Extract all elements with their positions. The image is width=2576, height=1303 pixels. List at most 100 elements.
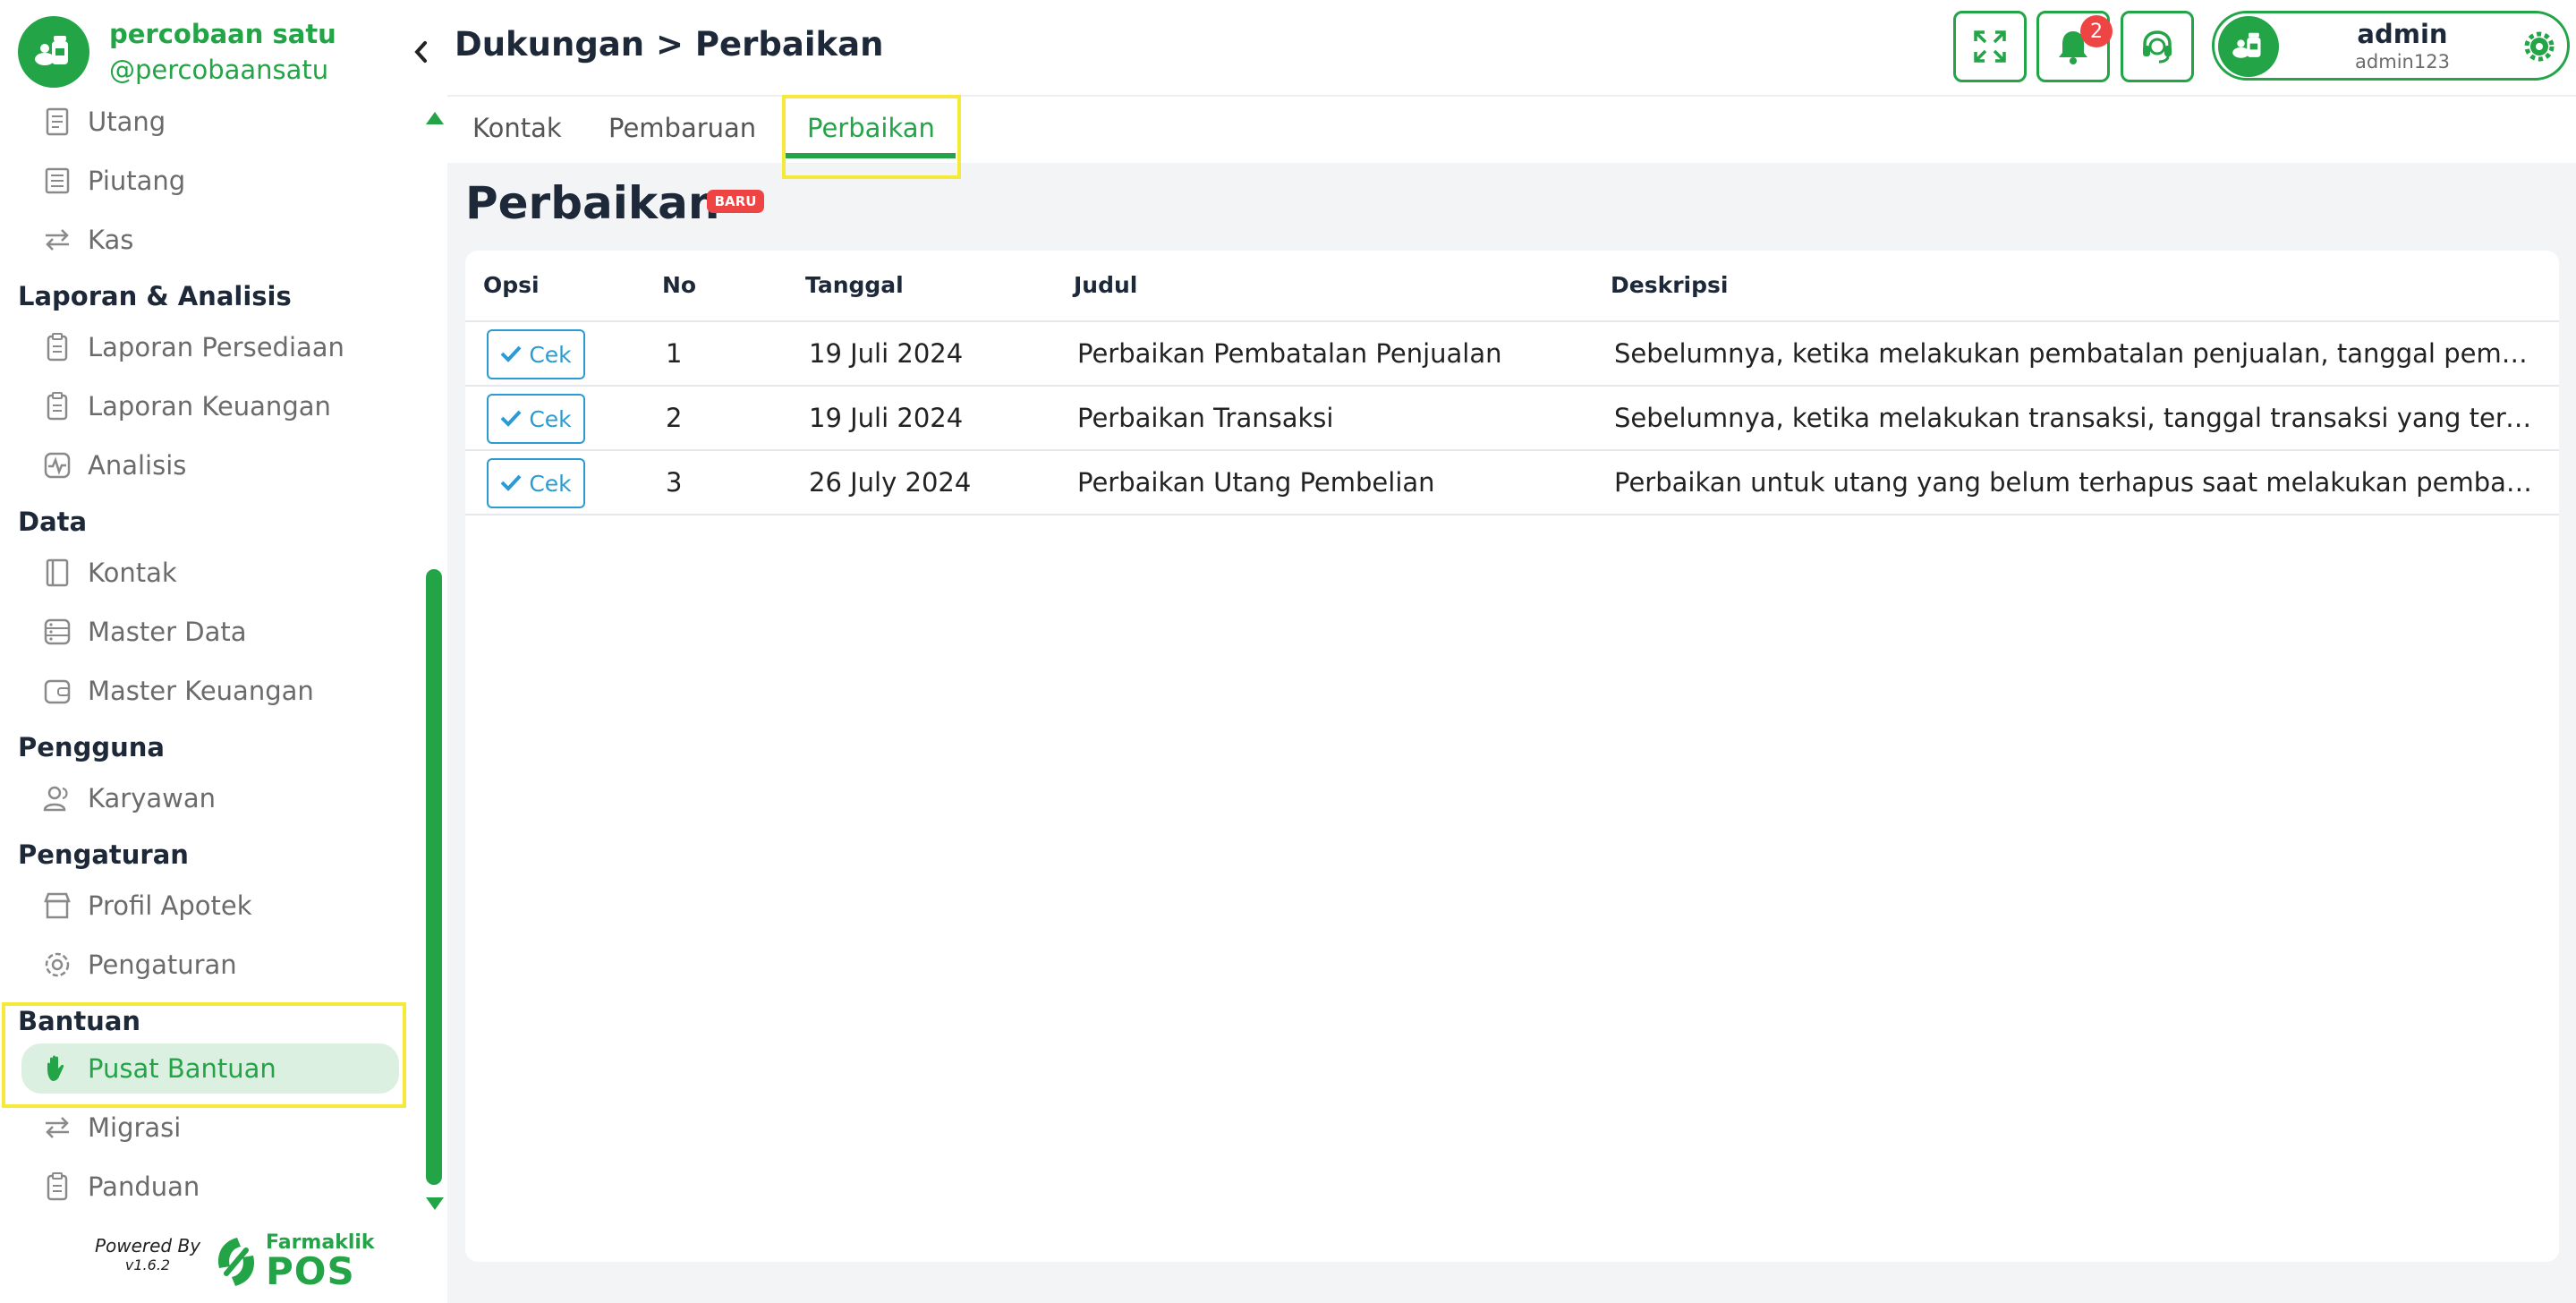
cek-button-label: Cek	[529, 405, 572, 432]
store-name: percobaan satu	[109, 19, 336, 49]
sidebar-item-label: Kontak	[88, 558, 177, 588]
sidebar-item-label: Master Keuangan	[88, 676, 314, 706]
pharmacy-logo-icon	[18, 16, 89, 88]
table-row: Cek 1 19 Juli 2024 Perbaikan Pembatalan …	[465, 322, 2559, 387]
cek-button[interactable]: Cek	[487, 329, 585, 379]
sidebar-item-pengaturan[interactable]: Pengaturan	[39, 940, 237, 990]
support-button[interactable]	[2121, 11, 2194, 82]
user-handle: admin123	[2355, 51, 2450, 72]
sidebar-item-migrasi[interactable]: Migrasi	[39, 1103, 181, 1153]
sidebar-item-laporan-persediaan[interactable]: Laporan Persediaan	[39, 322, 344, 372]
sidebar-item-panduan[interactable]: Panduan	[39, 1162, 200, 1212]
sidebar-item-kas[interactable]: Kas	[39, 215, 133, 265]
logo-text-bottom: POS	[266, 1249, 355, 1293]
powered-by: Powered By v1.6.2	[89, 1235, 206, 1273]
cell-deskripsi: Sebelumnya, ketika melakukan pembatalan …	[1614, 338, 2539, 369]
receipt-icon	[39, 163, 75, 199]
sidebar-item-karyawan[interactable]: Karyawan	[39, 773, 216, 823]
cell-judul: Perbaikan Pembatalan Penjualan	[1077, 338, 1502, 369]
fullscreen-button[interactable]	[1953, 11, 2027, 82]
sidebar-item-label: Utang	[88, 106, 166, 137]
top-header: Dukungan > Perbaikan 2 admin admin123	[447, 0, 2576, 97]
cell-tanggal: 26 July 2024	[809, 467, 972, 498]
sidebar-item-master-data[interactable]: Master Data	[39, 607, 247, 657]
version-label: v1.6.2	[124, 1256, 171, 1273]
table-row: Cek 2 19 Juli 2024 Perbaikan Transaksi S…	[465, 387, 2559, 451]
brand: percobaan satu @percobaansatu	[18, 16, 336, 88]
cell-deskripsi: Perbaikan untuk utang yang belum terhapu…	[1614, 467, 2539, 498]
sidebar-item-laporan-keuangan[interactable]: Laporan Keuangan	[39, 381, 331, 431]
chevron-left-icon	[414, 41, 427, 63]
transfer-icon	[39, 222, 75, 258]
sidebar-item-profil-apotek[interactable]: Profil Apotek	[39, 881, 252, 931]
contact-book-icon	[39, 555, 75, 591]
sidebar-item-label: Laporan Persediaan	[88, 332, 344, 362]
sidebar-item-label: Pengaturan	[88, 950, 237, 980]
repairs-table: Opsi No Tanggal Judul Deskripsi Cek 1 19…	[465, 251, 2559, 1262]
section-pengaturan: Pengaturan	[18, 839, 189, 870]
headset-icon	[2143, 30, 2172, 64]
new-badge: BARU	[707, 190, 764, 213]
sidebar-item-label: Profil Apotek	[88, 890, 252, 921]
clipboard-icon	[39, 1169, 75, 1205]
user-name: admin	[2357, 19, 2448, 49]
check-icon	[500, 406, 522, 432]
wallet-icon	[39, 673, 75, 709]
sidebar-item-master-keuangan[interactable]: Master Keuangan	[39, 666, 314, 716]
tab-bar: Kontak Pembaruan Perbaikan	[447, 97, 2576, 163]
gear-icon	[39, 947, 75, 983]
scroll-up-arrow-icon[interactable]	[426, 112, 444, 124]
column-no: No	[662, 272, 697, 298]
cek-button-label: Cek	[529, 341, 572, 368]
sidebar-item-kontak[interactable]: Kontak	[39, 548, 177, 598]
activity-icon	[39, 447, 75, 483]
clipboard-icon	[39, 388, 75, 424]
section-pengguna: Pengguna	[18, 732, 165, 762]
receipt-icon	[39, 104, 75, 140]
collapse-sidebar-button[interactable]	[407, 34, 434, 70]
sidebar-item-label: Kas	[88, 225, 134, 255]
sidebar-item-piutang[interactable]: Piutang	[39, 156, 185, 206]
avatar	[2218, 16, 2279, 77]
notification-button[interactable]: 2	[2036, 11, 2113, 82]
sidebar-item-analisis[interactable]: Analisis	[39, 440, 186, 490]
user-menu[interactable]: admin admin123	[2212, 11, 2570, 81]
breadcrumb: Dukungan > Perbaikan	[455, 25, 884, 64]
cell-judul: Perbaikan Utang Pembelian	[1077, 467, 1435, 498]
expand-icon	[1974, 30, 2006, 63]
cell-no: 2	[666, 403, 683, 433]
cell-judul: Perbaikan Transaksi	[1077, 403, 1334, 433]
sidebar: percobaan satu @percobaansatu Utang Piut…	[0, 0, 447, 1303]
cell-deskripsi: Sebelumnya, ketika melakukan transaksi, …	[1614, 403, 2539, 433]
sidebar-item-label: Analisis	[88, 450, 187, 481]
store-handle: @percobaansatu	[109, 55, 329, 85]
column-tanggal: Tanggal	[805, 272, 904, 298]
tab-pembaruan[interactable]: Pembaruan	[608, 113, 756, 143]
cek-button[interactable]: Cek	[487, 458, 585, 508]
column-judul: Judul	[1074, 272, 1138, 298]
sidebar-item-label: Karyawan	[88, 783, 217, 813]
cell-no: 3	[666, 467, 683, 498]
transfer-icon	[39, 1110, 75, 1145]
check-icon	[500, 342, 522, 368]
cell-no: 1	[666, 338, 683, 369]
scroll-down-arrow-icon[interactable]	[426, 1197, 444, 1210]
section-laporan-analisis: Laporan & Analisis	[18, 281, 292, 311]
users-icon	[39, 780, 75, 816]
notification-count-badge: 2	[2080, 15, 2113, 47]
gear-icon[interactable]	[2524, 31, 2555, 65]
cell-tanggal: 19 Juli 2024	[809, 338, 964, 369]
cek-button[interactable]: Cek	[487, 394, 585, 444]
highlight-perbaikan-tab	[782, 95, 961, 179]
column-deskripsi: Deskripsi	[1611, 272, 1729, 298]
database-icon	[39, 614, 75, 650]
page-title: Perbaikan	[465, 177, 720, 229]
clipboard-icon	[39, 329, 75, 365]
sidebar-item-label: Piutang	[88, 166, 186, 196]
sidebar-scrollbar[interactable]	[426, 569, 442, 1185]
sidebar-item-utang[interactable]: Utang	[39, 97, 166, 147]
store-icon	[39, 888, 75, 924]
table-header: Opsi No Tanggal Judul Deskripsi	[465, 251, 2559, 322]
cek-button-label: Cek	[529, 470, 572, 497]
tab-kontak[interactable]: Kontak	[472, 113, 562, 143]
